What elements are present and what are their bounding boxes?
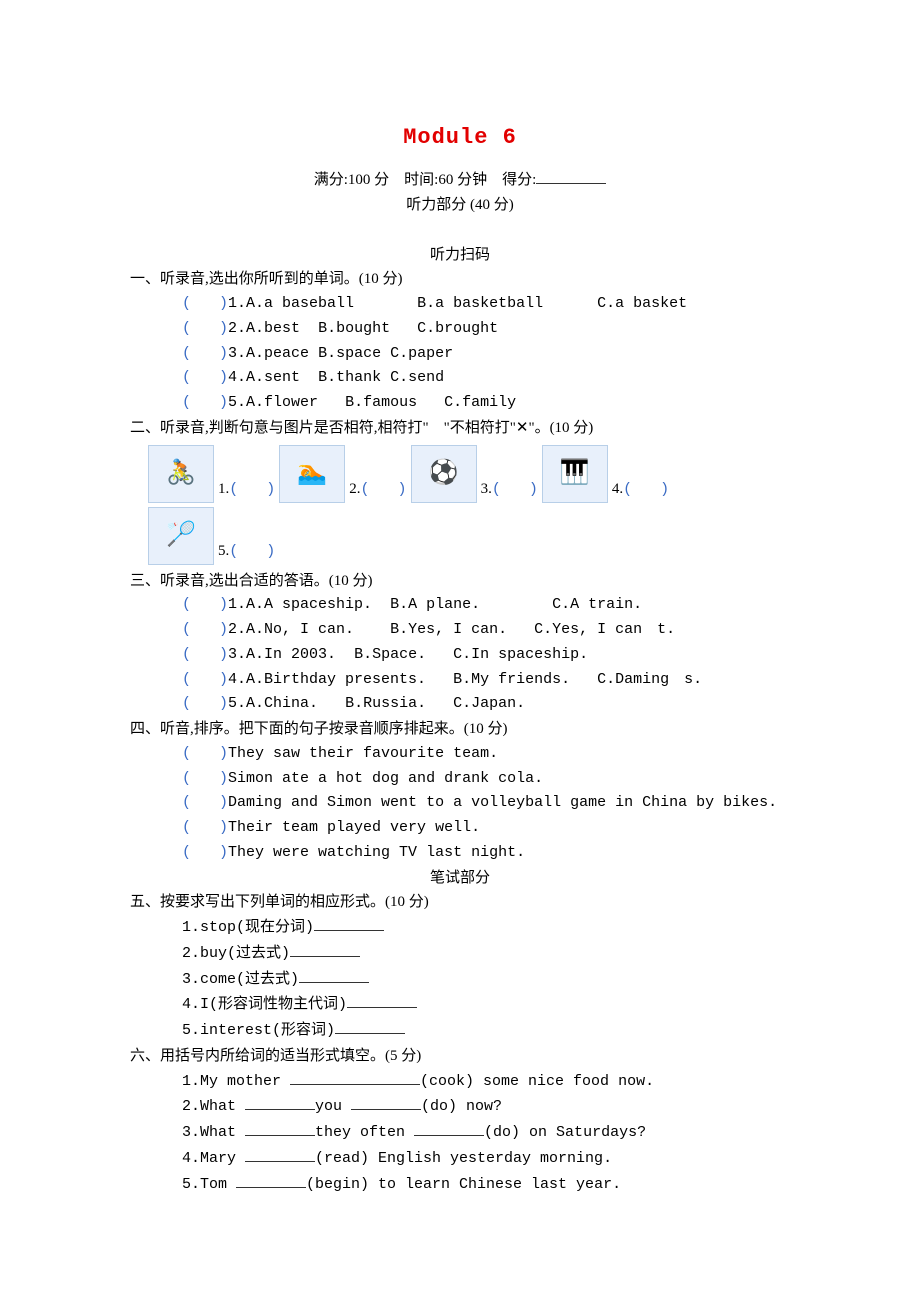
q1-item-5: ()5.A.flower B.famous C.family [130,391,790,416]
q1-item-3: ()3.A.peace B.space C.paper [130,342,790,367]
q4-item-4: ()Their team played very well. [130,816,790,841]
q3-item-3: ()3.A.In 2003. B.Space. C.In spaceship. [130,643,790,668]
piano-icon: 🎹 [542,445,608,503]
q2-image-row-2: 🏸5.() [130,507,790,565]
q5-item-5: 5.interest(形容词) [130,1018,790,1044]
listening-part-title: 听力部分 (40 分) [130,193,790,218]
q6-blank-5[interactable] [236,1172,306,1188]
score-blank[interactable] [536,168,606,184]
q6-item-2: 2.What you (do) now? [130,1094,790,1120]
q4-item-2: ()Simon ate a hot dog and drank cola. [130,767,790,792]
q6-item-5: 5.Tom (begin) to learn Chinese last year… [130,1172,790,1198]
badminton-icon: 🏸 [148,507,214,565]
q6-blank-1[interactable] [290,1069,420,1085]
q3-item-2: ()2.A.No, I can. B.Yes, I can. C.Yes, I … [130,618,790,643]
q1-item-4: ()4.A.sent B.thank C.send [130,366,790,391]
written-part-title: 笔试部分 [130,866,790,891]
q6-blank-3b[interactable] [414,1120,484,1136]
q5-item-2: 2.buy(过去式) [130,941,790,967]
q3-item-5: ()5.A.China. B.Russia. C.Japan. [130,692,790,717]
football-icon: ⚽ [411,445,477,503]
bicycle-icon: 🚴 [148,445,214,503]
q5-heading: 五、按要求写出下列单词的相应形式。(10 分) [130,890,790,915]
q4-item-1: ()They saw their favourite team. [130,742,790,767]
q6-item-3: 3.What they often (do) on Saturdays? [130,1120,790,1146]
q5-blank-2[interactable] [290,941,360,957]
exam-meta: 满分:100 分 时间:60 分钟 得分: [130,168,790,193]
module-title: Module 6 [130,120,790,156]
q5-blank-4[interactable] [347,992,417,1008]
q3-item-1: ()1.A.A spaceship. B.A plane. C.A train. [130,593,790,618]
q3-heading: 三、听录音,选出合适的答语。(10 分) [130,569,790,594]
q5-item-4: 4.I(形容词性物主代词) [130,992,790,1018]
q5-item-1: 1.stop(现在分词) [130,915,790,941]
q2-heading: 二、听录音,判断句意与图片是否相符,相符打" "不相符打"✕"。(10 分) [130,416,790,441]
q1-heading: 一、听录音,选出你所听到的单词。(10 分) [130,267,790,292]
q4-heading: 四、听音,排序。把下面的句子按录音顺序排起来。(10 分) [130,717,790,742]
scan-title: 听力扫码 [130,243,790,268]
q3-item-4: ()4.A.Birthday presents. B.My friends. C… [130,668,790,693]
q2-image-row: 🚴1.() 🏊2.() ⚽3.() 🎹4.() [130,445,790,503]
q6-blank-4[interactable] [245,1146,315,1162]
q1-item-1: ()1.A.a baseball B.a basketball C.a bask… [130,292,790,317]
q5-blank-3[interactable] [299,967,369,983]
q6-item-4: 4.Mary (read) English yesterday morning. [130,1146,790,1172]
q6-blank-2b[interactable] [351,1094,421,1110]
q6-heading: 六、用括号内所给词的适当形式填空。(5 分) [130,1044,790,1069]
q1-item-2: ()2.A.best B.bought C.brought [130,317,790,342]
q5-blank-1[interactable] [314,915,384,931]
q5-item-3: 3.come(过去式) [130,967,790,993]
q6-blank-2a[interactable] [245,1094,315,1110]
q5-blank-5[interactable] [335,1018,405,1034]
q4-item-5: ()They were watching TV last night. [130,841,790,866]
swim-icon: 🏊 [279,445,345,503]
q4-item-3: ()Daming and Simon went to a volleyball … [130,791,790,816]
q6-item-1: 1.My mother (cook) some nice food now. [130,1069,790,1095]
q6-blank-3a[interactable] [245,1120,315,1136]
